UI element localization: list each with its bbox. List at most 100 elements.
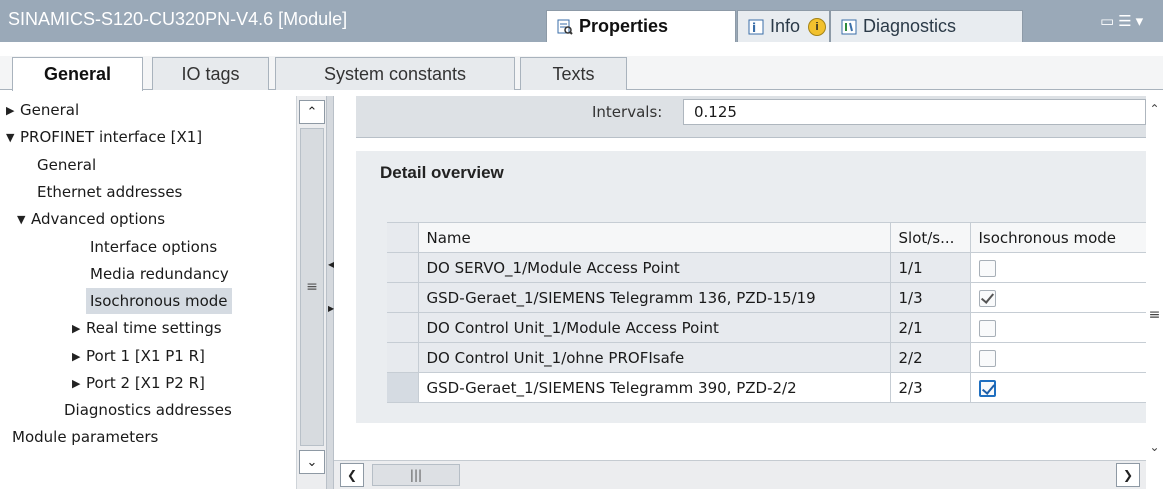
tree-item-module-parameters[interactable]: Module parameters bbox=[0, 423, 296, 451]
scroll-up-button[interactable]: ⌃ bbox=[299, 100, 325, 124]
tree-item-general[interactable]: ▶ General bbox=[0, 96, 296, 124]
collapse-arrow-icon[interactable]: ▼ bbox=[6, 131, 20, 144]
cell-slot: 2/2 bbox=[890, 342, 971, 373]
cell-slot: 2/3 bbox=[890, 372, 971, 403]
content-vertical-scrollbar[interactable]: ⌃ ≡ ⌄ bbox=[1146, 96, 1163, 460]
content-horizontal-scrollbar[interactable]: ❮ ||| ❯ bbox=[334, 460, 1146, 489]
cell-isochronous-mode bbox=[970, 252, 1147, 283]
cell-name: DO Control Unit_1/ohne PROFIsafe bbox=[418, 342, 891, 373]
svg-text:i: i bbox=[752, 21, 756, 35]
tree-item-label: Port 1 [X1 P1 R] bbox=[86, 347, 205, 365]
tree-item-label: General bbox=[37, 156, 97, 174]
diagnostics-icon bbox=[841, 19, 857, 35]
grip-icon: ||| bbox=[409, 468, 423, 482]
row-selector[interactable] bbox=[387, 312, 419, 343]
expand-arrow-icon[interactable]: ▶ bbox=[72, 322, 86, 335]
table-row[interactable]: DO Control Unit_1/ohne PROFIsafe 2/2 bbox=[387, 342, 1147, 373]
cell-slot: 1/1 bbox=[890, 252, 971, 283]
cell-name: DO Control Unit_1/Module Access Point bbox=[418, 312, 891, 343]
intervals-field[interactable]: 0.125 bbox=[683, 99, 1146, 125]
expand-arrow-icon[interactable]: ▶ bbox=[72, 350, 86, 363]
isochronous-checkbox[interactable] bbox=[978, 259, 996, 277]
table-row[interactable]: GSD-Geraet_1/SIEMENS Telegramm 136, PZD-… bbox=[387, 282, 1147, 313]
tree-item-label: Isochronous mode bbox=[86, 288, 232, 314]
isochronous-checkbox[interactable] bbox=[978, 349, 996, 367]
chevron-down-icon[interactable]: ▾ bbox=[1136, 12, 1148, 30]
tree-item-profinet-interface[interactable]: ▼ PROFINET interface [X1] bbox=[0, 123, 296, 151]
scroll-left-button[interactable]: ❮ bbox=[340, 463, 364, 487]
menu-icon[interactable]: ☰ bbox=[1118, 12, 1135, 30]
tree-item-interface-general[interactable]: General bbox=[0, 151, 296, 179]
tab-io-tags[interactable]: IO tags bbox=[152, 57, 269, 90]
restore-icon[interactable]: ▭ bbox=[1100, 12, 1118, 30]
tree-item-label: Diagnostics addresses bbox=[64, 401, 232, 419]
tab-properties-label: Properties bbox=[579, 16, 669, 36]
table-row[interactable]: DO Control Unit_1/Module Access Point 2/… bbox=[387, 312, 1147, 343]
expand-arrow-icon[interactable]: ▶ bbox=[72, 377, 86, 390]
column-header-isochronous-mode[interactable]: Isochronous mode bbox=[970, 222, 1147, 253]
expand-arrow-icon[interactable]: ▶ bbox=[6, 104, 20, 117]
scroll-up-button[interactable]: ⌃ bbox=[1146, 98, 1163, 120]
table-row-active[interactable]: GSD-Geraet_1/SIEMENS Telegramm 390, PZD-… bbox=[387, 372, 1147, 403]
tree-item-port-2[interactable]: ▶ Port 2 [X1 P2 R] bbox=[0, 369, 296, 397]
row-selector[interactable] bbox=[387, 252, 419, 283]
grip-icon: ≡ bbox=[306, 279, 318, 295]
cell-isochronous-mode bbox=[970, 312, 1147, 343]
tree-item-ethernet-addresses[interactable]: Ethernet addresses bbox=[0, 178, 296, 206]
tree-item-real-time-settings[interactable]: ▶ Real time settings bbox=[0, 314, 296, 342]
isochronous-checkbox[interactable] bbox=[978, 379, 996, 397]
tree-item-interface-options[interactable]: Interface options bbox=[0, 233, 296, 261]
tree-item-port-1[interactable]: ▶ Port 1 [X1 P1 R] bbox=[0, 342, 296, 370]
collapse-arrow-icon[interactable]: ▼ bbox=[17, 213, 31, 226]
tab-diagnostics-label: Diagnostics bbox=[863, 16, 957, 36]
cell-isochronous-mode bbox=[970, 282, 1147, 313]
intervals-label: Intervals: bbox=[592, 103, 663, 121]
detail-overview-table: Name Slot/s... Isochronous mode DO SERVO… bbox=[387, 222, 1147, 403]
table-header-row: Name Slot/s... Isochronous mode bbox=[387, 222, 1147, 253]
tree-item-label: PROFINET interface [X1] bbox=[20, 128, 203, 146]
tree-item-label: Advanced options bbox=[31, 210, 166, 228]
cell-isochronous-mode bbox=[970, 342, 1147, 373]
tree-scrollbar-thumb[interactable]: ≡ bbox=[300, 128, 324, 446]
tree-item-label: Interface options bbox=[90, 238, 218, 256]
tree-item-label: General bbox=[20, 101, 80, 119]
cell-isochronous-mode bbox=[970, 372, 1147, 403]
tree-item-label: Media redundancy bbox=[90, 265, 229, 283]
detail-overview-title: Detail overview bbox=[380, 163, 504, 182]
tab-system-constants[interactable]: System constants bbox=[275, 57, 515, 90]
window-controls[interactable]: ▭☰▾ bbox=[1100, 12, 1147, 30]
info-badge-icon: i bbox=[808, 17, 827, 36]
tree-item-label: Real time settings bbox=[86, 319, 222, 337]
tree-item-isochronous-mode[interactable]: Isochronous mode bbox=[0, 287, 296, 315]
cell-slot: 1/3 bbox=[890, 282, 971, 313]
scroll-down-button[interactable]: ⌄ bbox=[299, 450, 325, 474]
tree-item-diagnostics-addresses[interactable]: Diagnostics addresses bbox=[0, 396, 296, 424]
tab-diagnostics[interactable]: Diagnostics bbox=[830, 10, 1023, 42]
tree-item-media-redundancy[interactable]: Media redundancy bbox=[0, 260, 296, 288]
cell-name: GSD-Geraet_1/SIEMENS Telegramm 390, PZD-… bbox=[418, 372, 891, 403]
row-selector[interactable] bbox=[387, 342, 419, 373]
tree-item-advanced-options[interactable]: ▼ Advanced options bbox=[0, 205, 296, 233]
properties-icon bbox=[557, 19, 573, 35]
row-selector[interactable] bbox=[387, 372, 419, 403]
isochronous-checkbox[interactable] bbox=[978, 319, 996, 337]
row-selector[interactable] bbox=[387, 282, 419, 313]
row-selector-header[interactable] bbox=[387, 222, 419, 253]
tree-scrollbar[interactable]: ⌃ ≡ ⌄ bbox=[296, 96, 326, 489]
table-row[interactable]: DO SERVO_1/Module Access Point 1/1 bbox=[387, 252, 1147, 283]
scroll-down-button[interactable]: ⌄ bbox=[1146, 436, 1163, 458]
tree-item-label: Port 2 [X1 P2 R] bbox=[86, 374, 205, 392]
isochronous-checkbox[interactable] bbox=[978, 289, 996, 307]
column-header-slot[interactable]: Slot/s... bbox=[890, 222, 971, 253]
navigation-tree: ▶ General ▼ PROFINET interface [X1] Genera… bbox=[0, 96, 296, 489]
info-icon: i bbox=[748, 19, 764, 35]
splitter-grip[interactable]: ◀ ▶ bbox=[327, 254, 334, 320]
grip-icon[interactable]: ≡ bbox=[1146, 304, 1163, 326]
tab-texts[interactable]: Texts bbox=[520, 57, 627, 90]
tab-general[interactable]: General bbox=[12, 57, 143, 91]
column-header-name[interactable]: Name bbox=[418, 222, 891, 253]
scroll-right-button[interactable]: ❯ bbox=[1116, 463, 1140, 487]
horizontal-scrollbar-thumb[interactable]: ||| bbox=[372, 464, 460, 486]
tab-properties[interactable]: Properties bbox=[546, 10, 736, 42]
tab-info[interactable]: i Info i bbox=[737, 10, 830, 42]
